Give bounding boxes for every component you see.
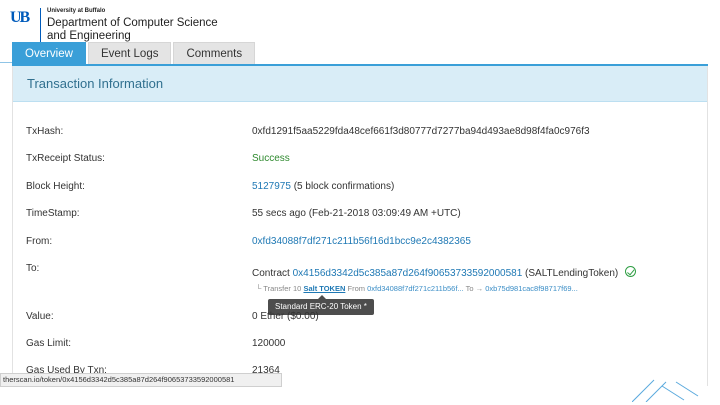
header-accent-line <box>0 62 12 63</box>
gas-limit-value: 120000 <box>252 338 286 349</box>
transfer-from-label: From <box>347 284 365 293</box>
block-height-label: Block Height: <box>26 181 85 192</box>
to-value: Contract 0x4156d3342d5c385a87d264f906537… <box>252 265 637 279</box>
block-height-link[interactable]: 5127975 <box>252 181 291 192</box>
status-label: TxReceipt Status: <box>26 153 105 164</box>
value-amount: 0 Ether ($0.00) <box>252 311 319 322</box>
university-name: University at Buffalo <box>47 8 106 14</box>
department-name: Department of Computer Science and Engin… <box>47 17 218 43</box>
contract-address-link[interactable]: 0x4156d3342d5c385a87d264f906537335920005… <box>293 268 523 279</box>
ub-logo-mark: UB <box>10 9 30 26</box>
value-label: Value: <box>26 311 54 322</box>
verified-check-icon <box>625 266 637 277</box>
contract-prefix: Contract <box>252 268 290 279</box>
tab-comments[interactable]: Comments <box>173 42 256 65</box>
timestamp-value: 55 secs ago (Feb-21-2018 03:09:49 AM +UT… <box>252 208 461 219</box>
decorative-lines <box>632 379 699 402</box>
contract-name: (SALTLendingToken) <box>525 268 619 279</box>
block-height-value: 5127975 (5 block confirmations) <box>252 181 394 192</box>
transfer-to-label: To → <box>465 284 484 293</box>
gas-limit-label: Gas Limit: <box>26 338 72 349</box>
to-label: To: <box>26 263 40 274</box>
tab-bar: Overview Event Logs Comments <box>12 42 257 65</box>
browser-status-bar: therscan.io/token/0x4156d3342d5c385a87d2… <box>0 373 282 387</box>
token-transfer-line: └ Transfer 10 Salt TOKEN From 0xfd34088f… <box>256 284 578 293</box>
txhash-value: 0xfd1291f5aa5229fda48cef661f3d80777d7277… <box>252 126 590 137</box>
from-label: From: <box>26 236 53 247</box>
panel-title: Transaction Information <box>27 76 164 91</box>
transaction-panel: Transaction Information <box>12 66 708 386</box>
tab-overview[interactable]: Overview <box>12 42 86 65</box>
logo-divider <box>40 8 41 42</box>
salt-token-link[interactable]: Salt TOKEN <box>303 284 345 293</box>
block-confirmations: (5 block confirmations) <box>293 181 395 192</box>
txhash-label: TxHash: <box>26 126 64 137</box>
status-value: Success <box>252 153 290 164</box>
transfer-to-link[interactable]: 0xb75d981cac8f98717f69... <box>485 284 578 293</box>
panel-header: Transaction Information <box>13 66 707 102</box>
tab-event-logs[interactable]: Event Logs <box>87 42 172 65</box>
department-line-1: Department of Computer Science <box>47 17 218 29</box>
from-address-link[interactable]: 0xfd34088f7df271c211b56f16d1bcc9e2c43823… <box>252 236 471 247</box>
transfer-from-link[interactable]: 0xfd34088f7df271c211b56f... <box>367 284 464 293</box>
timestamp-label: TimeStamp: <box>26 208 80 219</box>
transfer-prefix: └ Transfer 10 <box>256 284 302 293</box>
